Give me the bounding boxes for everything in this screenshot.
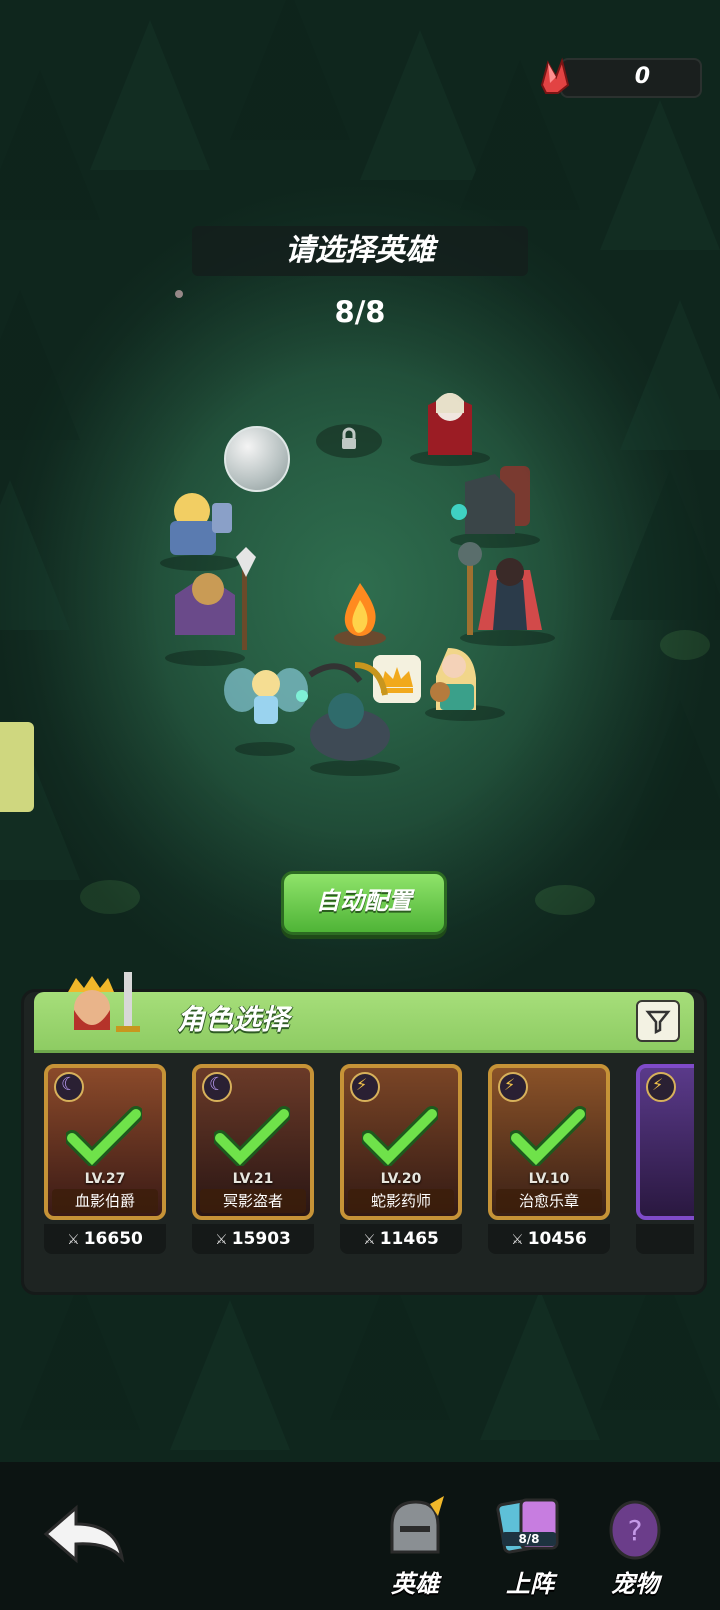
nav-formation-label: 上阵 [506,1570,554,1598]
hero-card[interactable]: LV.27 血影伯爵 ⚔16650 [44,1064,166,1254]
hero-portrait: LV.20 蛇影药师 [340,1064,462,1220]
swords-icon: ⚔ [67,1232,80,1248]
hero-level: LV.20 [380,1171,422,1187]
nav-pets-label: 宠物 [611,1570,659,1598]
filter-icon [645,1010,671,1035]
title-banner: 请选择英雄 [192,226,528,276]
swords-icon: ⚔ [215,1232,228,1248]
side-panel-tab[interactable] [0,722,34,812]
page-title: 请选择英雄 [285,233,435,268]
auto-configure-button[interactable]: 自动配置 [281,871,447,935]
hero-power-value: 10456 [527,1229,587,1249]
svg-text:?: ? [628,1514,643,1547]
character-select-panel: 角色选择 LV.27 血影伯爵 ⚔16650 [21,972,707,1295]
hero-name: 治愈乐章 [496,1189,602,1213]
nav-pets[interactable]: ? 宠物 [585,1492,685,1602]
hero-power-value: 11465 [379,1229,439,1249]
king-mascot-icon [68,972,140,1032]
hero-power: ⚔ 15903 [192,1224,314,1254]
red-crystal-icon [540,57,570,94]
swords-icon: ⚔ [511,1232,524,1248]
hero-card-partial[interactable] [636,1064,694,1254]
hero-power: ⚔ 16650 [44,1224,166,1254]
hero-count: 8/8 [334,295,386,329]
filter-button[interactable] [636,1000,680,1042]
formation-badge: 8/8 [502,1532,556,1546]
hero-power [636,1224,694,1254]
moon-element-icon [202,1072,232,1102]
hero-card-list[interactable]: LV.27 血影伯爵 ⚔16650 LV.21 冥影盗者 ⚔15903 [34,1058,694,1278]
hero-name: 冥影盗者 [200,1189,306,1213]
lightning-element-icon [350,1072,380,1102]
swords-icon: ⚔ [363,1232,376,1248]
moon-element-icon [54,1072,84,1102]
hero-power: ⚔ 11465 [340,1224,462,1254]
lightning-element-icon [498,1072,528,1102]
lightning-element-icon [646,1072,676,1102]
pet-egg-icon: ? [609,1500,661,1560]
nav-heroes-label: 英雄 [391,1570,439,1598]
nav-heroes[interactable]: 英雄 [365,1492,465,1602]
hero-portrait: LV.10 治愈乐章 [488,1064,610,1220]
hero-power-value: 16650 [83,1229,143,1249]
nav-formation[interactable]: 8/8 上阵 [480,1492,580,1602]
selected-check-icon [214,1106,290,1166]
back-arrow-icon[interactable] [40,1500,130,1570]
formation-cards-icon [496,1498,559,1554]
panel-header: 角色选择 [34,972,694,1053]
hero-portrait [636,1064,694,1220]
hero-portrait: LV.27 血影伯爵 [44,1064,166,1220]
selected-check-icon [362,1106,438,1166]
hero-level: LV.10 [528,1171,570,1187]
panel-title: 角色选择 [177,1003,290,1036]
selected-check-icon [66,1106,142,1166]
hero-portrait: LV.21 冥影盗者 [192,1064,314,1220]
hero-power-value: 15903 [231,1229,291,1249]
knight-helmet-icon [390,1496,444,1554]
hero-level: LV.27 [84,1171,126,1187]
hero-power: ⚔ 10456 [488,1224,610,1254]
hero-name: 蛇影药师 [348,1189,454,1213]
hero-card[interactable]: LV.10 治愈乐章 ⚔10456 [488,1064,610,1254]
hero-level: LV.21 [232,1171,274,1187]
currency-display: 0 [560,58,702,98]
selected-check-icon [510,1106,586,1166]
hero-name: 血影伯爵 [52,1189,158,1213]
auto-configure-label: 自动配置 [316,887,412,915]
hero-card[interactable]: LV.20 蛇影药师 ⚔11465 [340,1064,462,1254]
hero-card[interactable]: LV.21 冥影盗者 ⚔15903 [192,1064,314,1254]
currency-value: 0 [634,64,650,89]
